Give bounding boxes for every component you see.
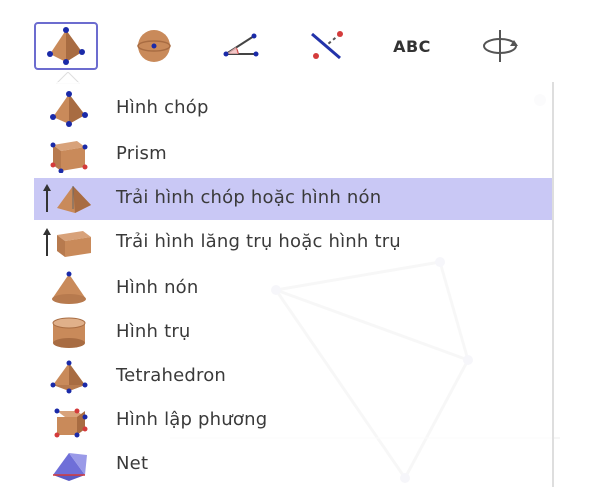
cube-icon — [54, 408, 88, 438]
tool-sphere-button[interactable] — [122, 22, 186, 70]
menu-item-label: Trải hình chóp hoặc hình nón — [116, 187, 382, 208]
tool-text-button[interactable]: ABC — [380, 22, 444, 70]
extrude-pyramid-icon — [57, 186, 91, 213]
tool-rotate-view-button[interactable] — [468, 22, 532, 70]
menu-item-extrude-pyramid-or-cone[interactable]: Trải hình chóp hoặc hình nón — [34, 178, 552, 220]
menu-item-label: Trải hình lăng trụ hoặc hình trụ — [116, 231, 401, 252]
menu-item-label: Tetrahedron — [116, 365, 227, 386]
menu-item-cube[interactable]: Hình lập phương — [34, 400, 552, 442]
menu-item-tetrahedron[interactable]: Tetrahedron — [34, 356, 552, 398]
reflect-line-icon — [311, 31, 343, 60]
menu-item-pyramid[interactable]: Hình chóp — [34, 88, 552, 130]
menu-item-label: Net — [116, 453, 149, 474]
menu-item-label: Hình lập phương — [116, 409, 268, 430]
tetrahedron-icon — [50, 360, 88, 394]
sphere-icon — [137, 30, 171, 62]
toolbar: ABC — [30, 18, 550, 72]
tool-pyramid-button[interactable] — [34, 22, 98, 70]
rotate-view-icon — [483, 30, 518, 62]
menu-item-label: Hình chóp — [116, 97, 209, 118]
menu-item-net[interactable]: Net — [34, 444, 552, 486]
menu-item-label: Hình trụ — [116, 321, 191, 342]
angle-icon — [223, 33, 259, 57]
pyramid-icon — [50, 91, 88, 127]
menu-item-cone[interactable]: Hình nón — [34, 268, 552, 310]
menu-item-cylinder[interactable]: Hình trụ — [34, 312, 552, 354]
menu-item-label: Prism — [116, 143, 167, 164]
prism-icon — [50, 141, 88, 173]
tool-dropdown-menu: Hình chóp Prism Trải hình chóp hoặc hình… — [34, 82, 554, 487]
tool-angle-button[interactable] — [208, 22, 272, 70]
cone-icon — [52, 271, 86, 304]
menu-item-extrude-prism-or-cylinder[interactable]: Trải hình lăng trụ hoặc hình trụ — [34, 222, 552, 264]
cylinder-icon — [52, 317, 86, 348]
menu-item-label: Hình nón — [116, 277, 199, 298]
extrude-prism-icon — [57, 231, 91, 257]
tool-reflect-button[interactable] — [294, 22, 358, 70]
net-icon — [53, 453, 87, 481]
menu-item-prism[interactable]: Prism — [34, 134, 552, 176]
pyramid-icon — [47, 27, 85, 65]
text-icon: ABC — [393, 36, 431, 56]
